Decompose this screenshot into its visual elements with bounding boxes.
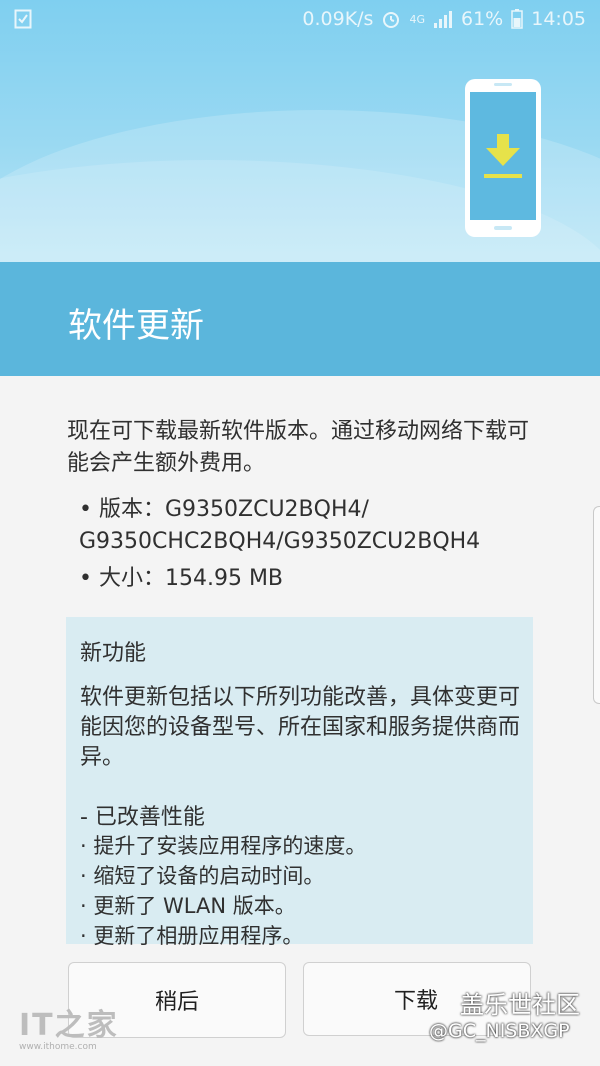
features-heading: 新功能 [80, 641, 147, 666]
ithome-watermark: IT之家 www.ithome.com [19, 1000, 119, 1052]
intro-text: 现在可下载最新软件版本。通过移动网络下载可能会产生额外费用。 [67, 419, 530, 476]
status-bar: 0.09K/s 4G 61% 14:05 [0, 0, 600, 42]
watermark-logo: IT之家 [19, 1008, 119, 1043]
community-watermark: 盖乐世社区 [460, 991, 580, 1019]
list-item: · 更新了 WLAN 版本。 [80, 894, 296, 918]
signal-icon [434, 11, 452, 28]
version-line: G9350CHC2BQH4/G9350ZCU2BQH4 [79, 529, 481, 554]
list-item: · 更新了相册应用程序。 [80, 924, 304, 948]
scrollbar[interactable] [593, 506, 600, 704]
phone-download-illustration [465, 79, 541, 237]
version-line: • 版本：G9350ZCU2BQH4/ [79, 497, 369, 522]
community-handle-watermark: @GC_NISBXGP [429, 1020, 570, 1042]
clock: 14:05 [531, 8, 586, 30]
list-item: · 缩短了设备的启动时间。 [80, 864, 325, 888]
battery-icon [511, 9, 523, 29]
features-description: 软件更新包括以下所列功能改善，具体变更可能因您的设备型号、所在国家和服务提供商而… [80, 685, 521, 770]
lte-icon: 4G [409, 12, 425, 26]
status-right: 0.09K/s 4G 61% 14:05 [302, 8, 586, 30]
battery-percent: 61% [461, 8, 504, 30]
new-features-panel: 新功能 软件更新包括以下所列功能改善，具体变更可能因您的设备型号、所在国家和服务… [66, 617, 533, 948]
alarm-icon [383, 12, 400, 28]
features-list: · 提升了安装应用程序的速度。 · 缩短了设备的启动时间。 · 更新了 WLAN… [80, 831, 366, 951]
page-title: 软件更新 [68, 306, 204, 346]
features-section: - 已改善性能 [80, 805, 205, 830]
checkbox-icon [14, 9, 32, 29]
network-speed: 0.09K/s [302, 8, 374, 30]
size-info: • 大小：154.95 MB [79, 566, 284, 591]
title-bar: 软件更新 [0, 262, 600, 376]
list-item: · 提升了安装应用程序的速度。 [80, 834, 367, 858]
watermark-url: www.ithome.com [19, 1042, 97, 1052]
version-info: • 版本：G9350ZCU2BQH4/ G9350CHC2BQH4/G9350Z… [79, 494, 549, 558]
